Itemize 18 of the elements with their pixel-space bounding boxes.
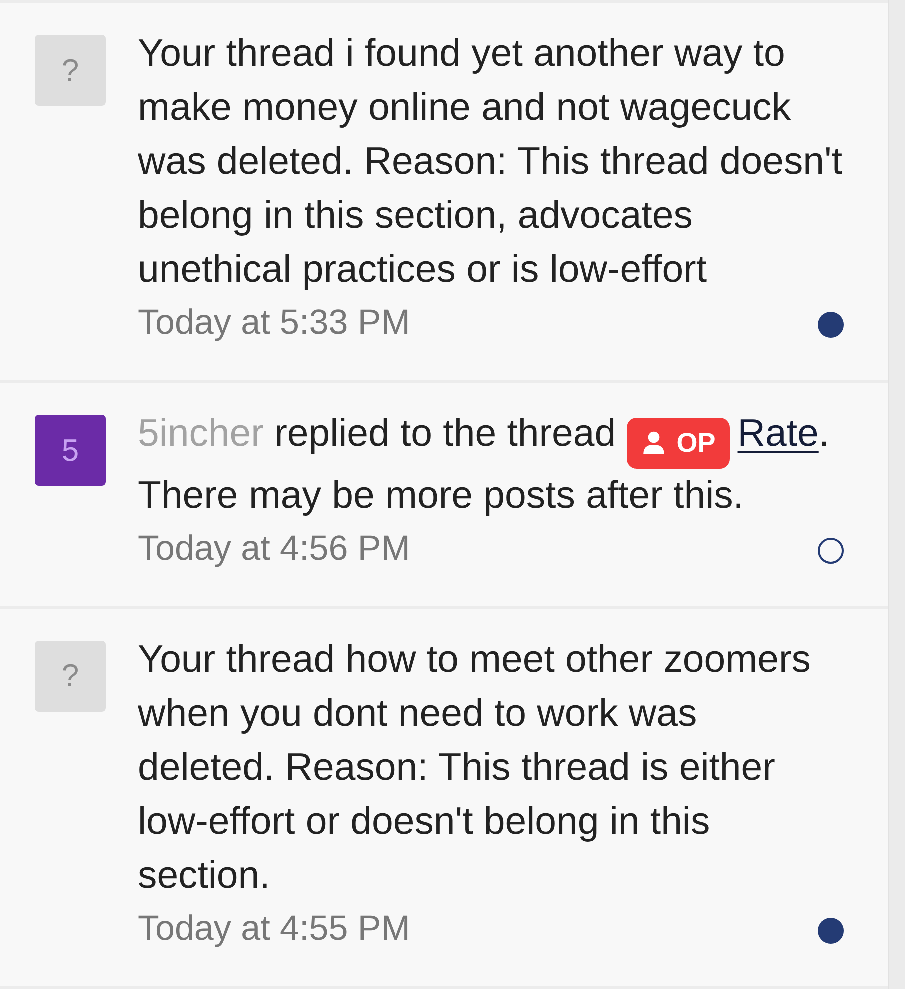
read-status-icon[interactable] [818,538,844,564]
timestamp: Today at 4:55 PM [138,908,410,950]
letter-avatar[interactable]: ? [35,640,106,712]
username-link[interactable]: 5incher [138,412,264,455]
notification-text: Your thread how to meet other zoomers when you dont need to work was deleted. Reason: This thread is either low-effort or doesn't belong in this section. [138,638,811,896]
read-status-icon[interactable] [818,918,844,944]
timestamp: Today at 5:33 PM [138,302,410,344]
notification-text: Your thread i found yet another way to make money online and not wagecuck was deleted. Reason: This thread doesn't belong in this section, advocates unethical practices or is low-effort [138,32,842,291]
op-label: OP [676,430,716,456]
read-status-icon[interactable] [818,312,844,338]
timestamp: Today at 4:56 PM [138,528,410,570]
notification-text: . [818,412,830,455]
thread-link[interactable]: Rate [738,412,819,455]
letter-avatar[interactable]: ? [35,35,106,106]
user-icon [642,431,665,455]
notification-text: replied to the thread [274,412,618,455]
notification-text: There may be more posts after this. [138,474,744,516]
letter-avatar[interactable]: 5 [35,415,106,486]
